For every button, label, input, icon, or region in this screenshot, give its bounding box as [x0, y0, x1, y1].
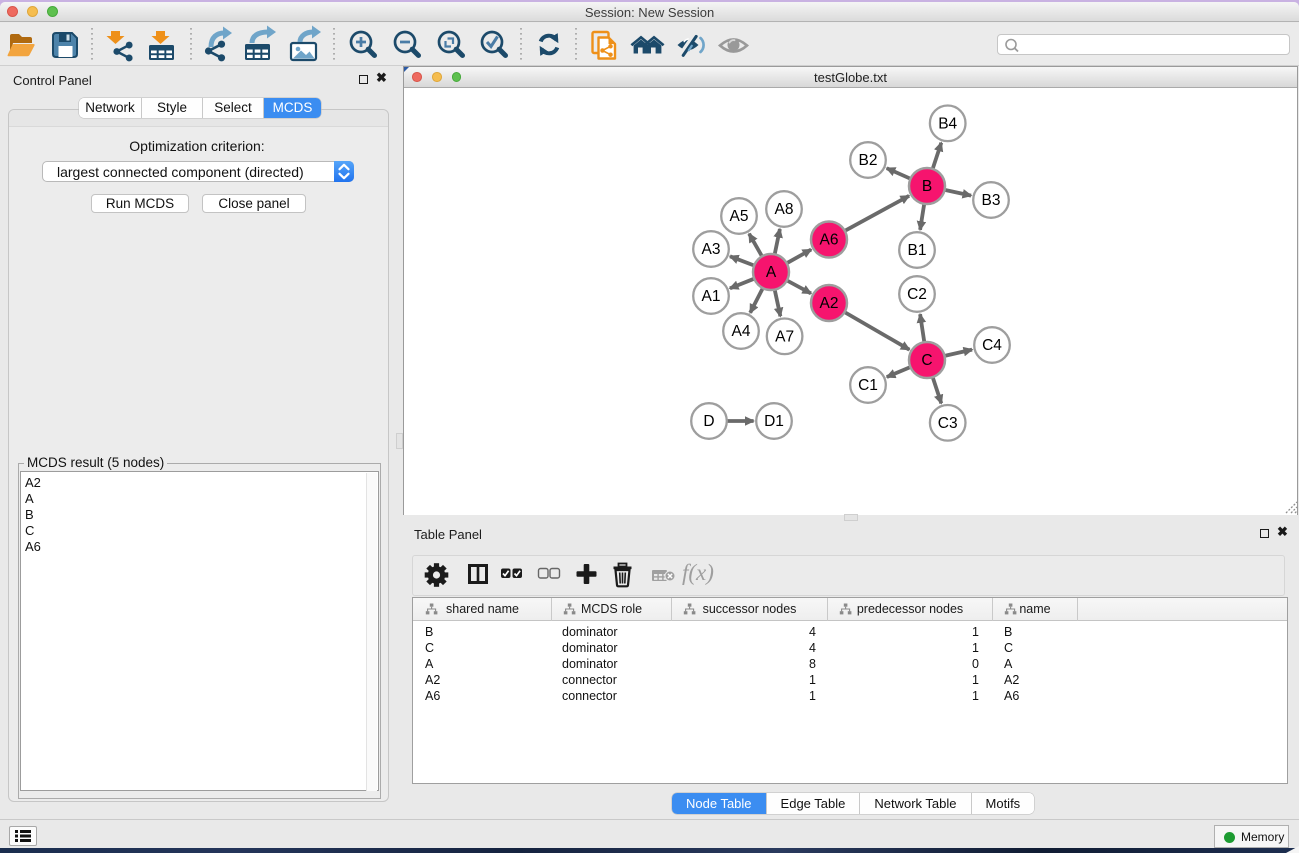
svg-text:B1: B1	[908, 242, 927, 259]
svg-text:D1: D1	[764, 413, 784, 430]
svg-text:A2: A2	[820, 295, 839, 312]
svg-text:B3: B3	[982, 192, 1001, 209]
svg-text:A: A	[766, 264, 777, 281]
svg-text:D: D	[703, 413, 714, 430]
svg-text:A6: A6	[820, 232, 839, 249]
svg-text:B: B	[922, 178, 932, 195]
svg-text:A3: A3	[702, 241, 721, 258]
svg-text:C3: C3	[938, 415, 958, 432]
svg-text:A4: A4	[732, 323, 751, 340]
svg-text:A1: A1	[702, 288, 721, 305]
svg-text:B2: B2	[859, 152, 878, 169]
svg-text:C1: C1	[858, 377, 878, 394]
svg-text:A5: A5	[730, 208, 749, 225]
svg-text:B4: B4	[938, 116, 957, 133]
svg-text:A7: A7	[775, 329, 794, 346]
svg-text:C2: C2	[907, 286, 927, 303]
svg-text:A8: A8	[775, 201, 794, 218]
svg-text:C4: C4	[982, 337, 1002, 354]
svg-text:C: C	[921, 352, 932, 369]
